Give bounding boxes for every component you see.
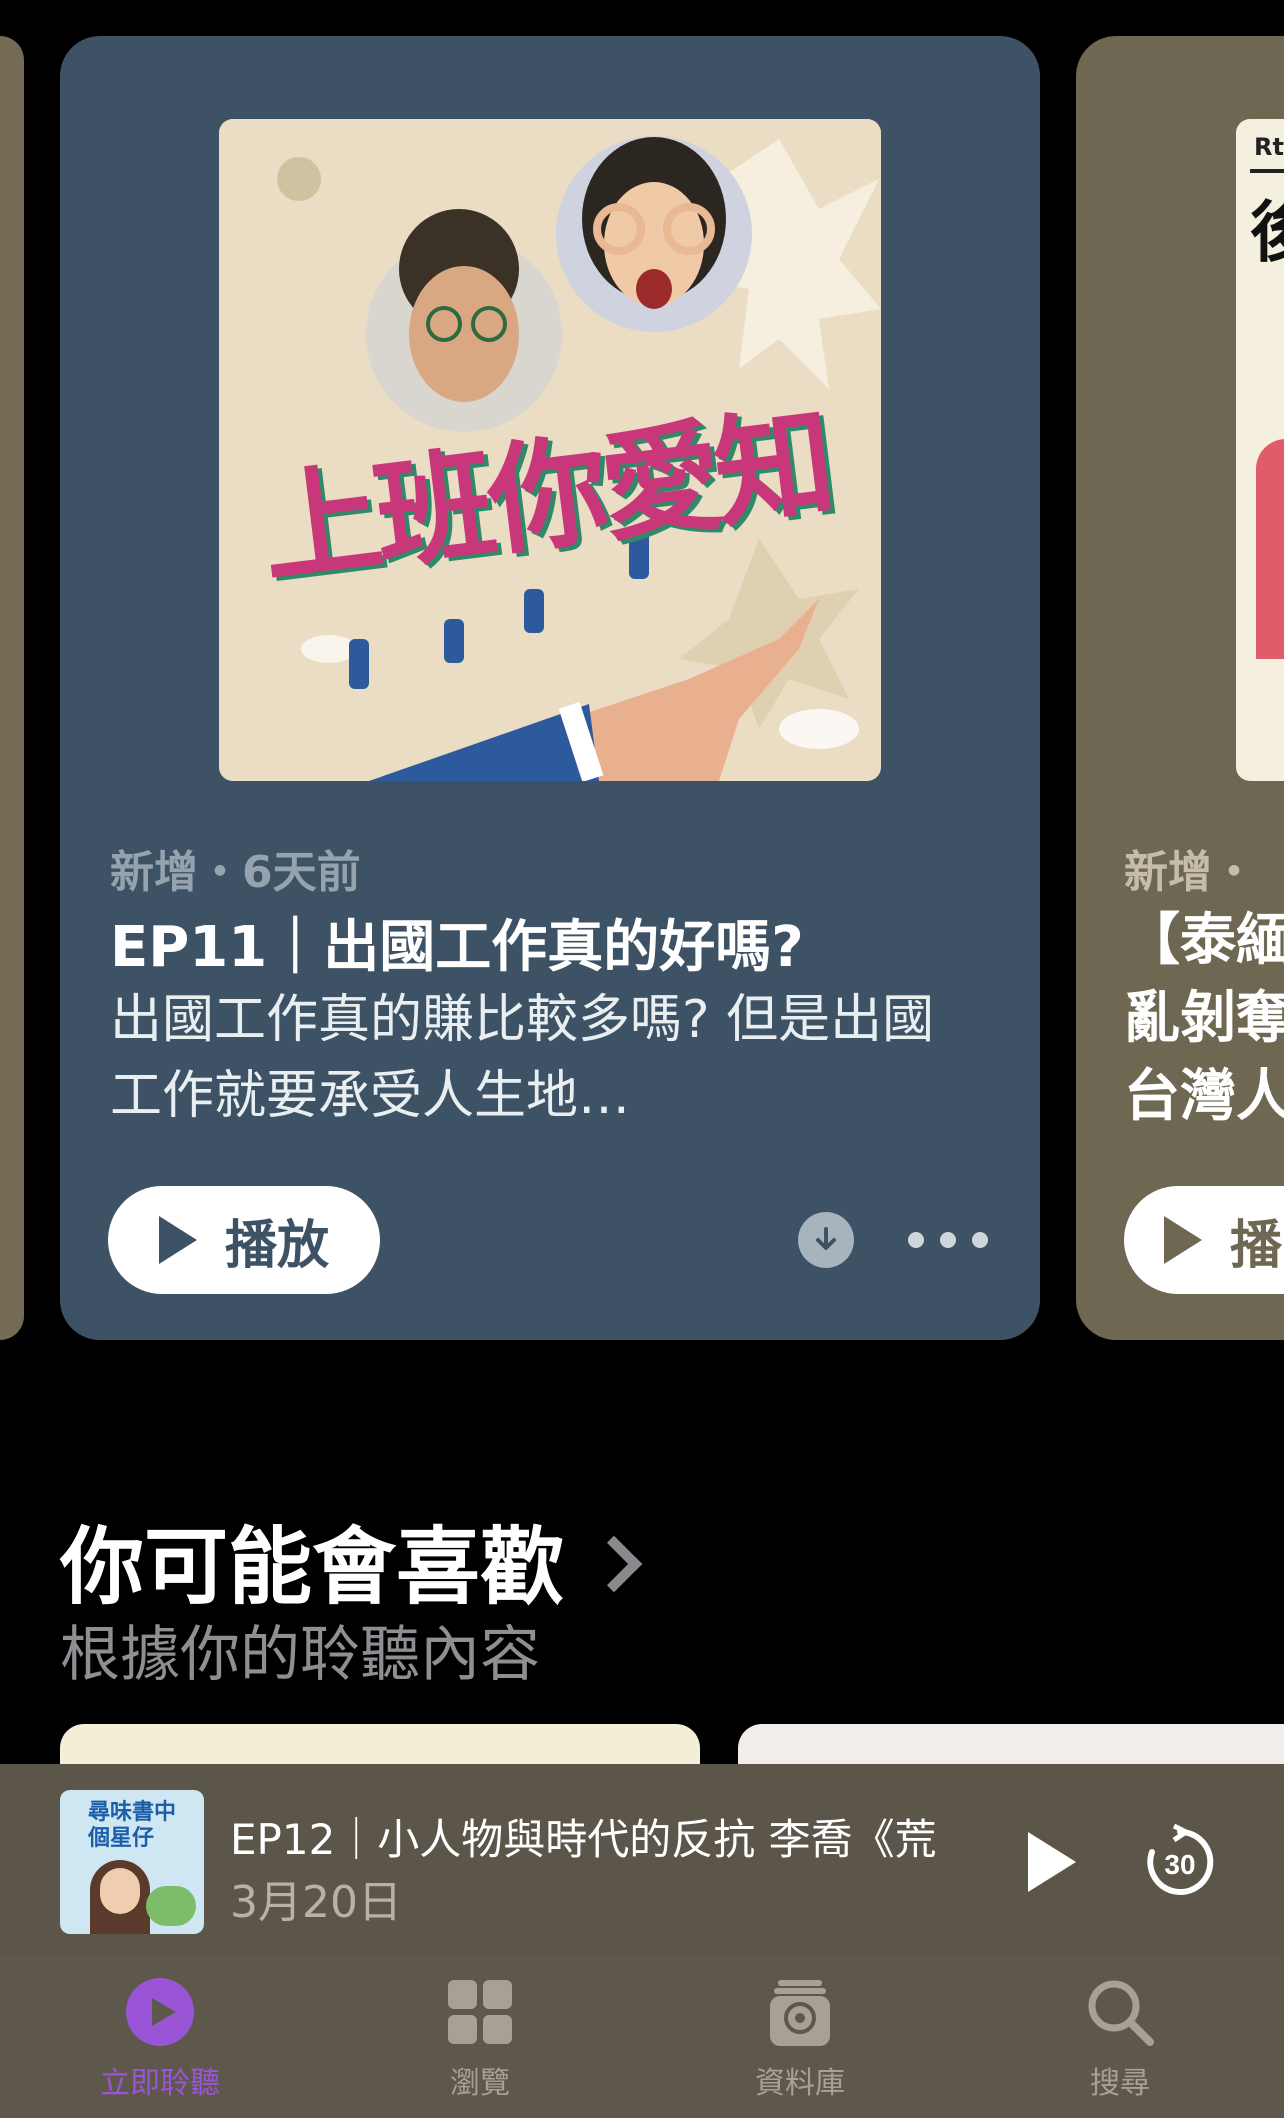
previous-card-edge[interactable] — [0, 36, 24, 1340]
play-icon — [1164, 1216, 1202, 1264]
podcast-artwork[interactable]: 上班你愛知 — [219, 119, 881, 781]
tab-label: 搜尋 — [1090, 2066, 1150, 2101]
library-icon — [764, 1976, 836, 2048]
play-label: 播放 — [224, 1215, 329, 1276]
next-artwork-char: 後 — [1250, 194, 1284, 271]
search-icon — [1084, 1976, 1156, 2048]
mini-player[interactable]: 尋味書中 個星仔 EP12｜小人物與時代的反抗 李喬《荒 3月20日 30 — [0, 1764, 1284, 1956]
chevron-right-icon — [585, 1535, 643, 1592]
tab-search[interactable]: 搜尋 — [1020, 1976, 1220, 2102]
next-podcast-artwork[interactable]: Rti 後 — [1236, 119, 1284, 781]
tab-bar: 立即聆聽 瀏覽 資料庫 搜尋 — [0, 1956, 1284, 2118]
next-episode-meta: 新增・ — [1124, 847, 1256, 898]
section-title: 你可能會喜歡 — [60, 1518, 565, 1616]
next-artwork-brand: Rti — [1254, 133, 1284, 161]
play-button[interactable]: 播放 — [108, 1186, 380, 1294]
mini-artwork-text: 尋味書中 個星仔 — [88, 1800, 177, 1851]
section-subtitle: 根據你的聆聽內容 — [60, 1620, 540, 1690]
grid-icon — [444, 1976, 516, 2048]
play-circle-icon — [124, 1976, 196, 2048]
more-options-icon[interactable] — [908, 1212, 988, 1268]
section-header[interactable]: 你可能會喜歡 — [60, 1500, 643, 1621]
episode-title[interactable]: EP11｜出國工作真的好嗎? — [110, 902, 990, 983]
episode-description: 出國工作真的賺比較多嗎? 但是出國工作就要承受人生地… — [110, 990, 935, 1126]
skip-seconds: 30 — [1164, 1849, 1195, 1880]
tab-label: 立即聆聽 — [100, 2066, 220, 2101]
next-title-line: 亂剝奪 — [1124, 986, 1284, 1051]
play-icon — [158, 1216, 197, 1264]
episode-meta: 新增・6天前 — [110, 847, 361, 898]
episode-card[interactable]: 上班你愛知 新增・6天前 EP11｜出國工作真的好嗎? 出國工作真的賺比較多嗎?… — [60, 36, 1040, 1340]
next-play-label: 播 — [1230, 1215, 1283, 1276]
next-episode-card[interactable]: Rti 後 新增・ 【泰緬 亂剝奪 台灣人 播 — [1076, 36, 1284, 1340]
now-playing-title[interactable]: EP12｜小人物與時代的反抗 李喬《荒 — [230, 1806, 990, 1867]
download-icon[interactable] — [798, 1212, 854, 1268]
tab-library[interactable]: 資料庫 — [700, 1976, 900, 2102]
tab-label: 瀏覽 — [450, 2066, 510, 2101]
now-playing-date: 3月20日 — [230, 1877, 402, 1928]
tab-listen-now[interactable]: 立即聆聽 — [60, 1976, 260, 2102]
tab-label: 資料庫 — [755, 2066, 845, 2101]
skip-forward-30-icon[interactable]: 30 — [1140, 1822, 1220, 1902]
next-title-line: 【泰緬 — [1124, 908, 1284, 973]
tab-browse[interactable]: 瀏覽 — [380, 1976, 580, 2102]
play-icon[interactable] — [1028, 1832, 1076, 1892]
next-play-button[interactable]: 播 — [1124, 1186, 1284, 1294]
next-episode-title[interactable]: 【泰緬 亂剝奪 台灣人 — [1124, 902, 1284, 1136]
next-title-line: 台灣人 — [1124, 1064, 1284, 1129]
mini-player-artwork[interactable]: 尋味書中 個星仔 — [60, 1790, 204, 1934]
